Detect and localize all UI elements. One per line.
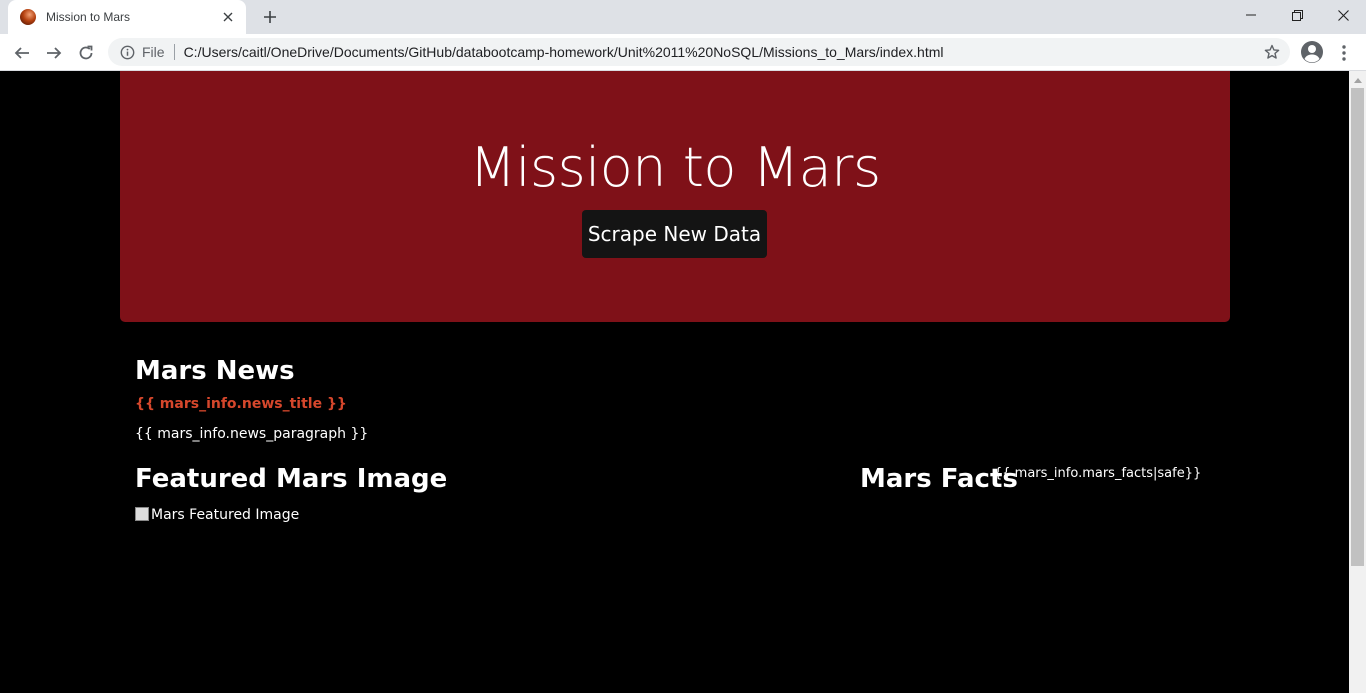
featured-image: Mars Featured Image	[135, 507, 299, 523]
scrape-new-data-button[interactable]: Scrape New Data	[582, 210, 767, 258]
news-title: {{ mars_info.news_title }}	[135, 396, 347, 412]
more-menu-icon[interactable]	[1330, 39, 1358, 67]
restore-icon[interactable]	[1274, 0, 1320, 30]
scroll-up-arrow-icon[interactable]	[1349, 71, 1366, 88]
bookmark-star-icon[interactable]	[1264, 44, 1280, 60]
news-paragraph: {{ mars_info.news_paragraph }}	[135, 426, 369, 442]
broken-image-icon	[135, 507, 149, 521]
jumbotron: Mission to Mars Scrape New Data	[120, 71, 1230, 322]
tab-strip: Mission to Mars	[0, 0, 1366, 34]
minimize-icon[interactable]	[1228, 0, 1274, 30]
back-arrow-icon[interactable]	[8, 39, 36, 67]
new-tab-plus-icon[interactable]	[258, 5, 282, 29]
vertical-scrollbar[interactable]	[1349, 71, 1366, 693]
page-viewport: Mission to Mars Scrape New Data Mars New…	[0, 71, 1349, 693]
tab-title: Mission to Mars	[46, 10, 131, 24]
forward-arrow-icon[interactable]	[40, 39, 68, 67]
scrollbar-thumb[interactable]	[1351, 88, 1364, 566]
info-icon[interactable]	[119, 44, 135, 60]
close-tab-icon[interactable]	[220, 9, 236, 25]
mars-news-heading: Mars News	[135, 356, 295, 386]
omnibox-divider	[173, 44, 175, 60]
featured-image-heading: Featured Mars Image	[135, 464, 448, 494]
profile-avatar-icon[interactable]	[1298, 38, 1326, 66]
page-title: Mission to Mars	[469, 136, 881, 199]
reload-icon[interactable]	[72, 39, 100, 67]
mars-favicon-icon	[20, 9, 36, 25]
close-window-icon[interactable]	[1320, 0, 1366, 30]
address-bar[interactable]: File C:/Users/caitl/OneDrive/Documents/G…	[108, 38, 1290, 66]
scheme-label: File	[142, 44, 165, 60]
mars-facts-table: {{ mars_info.mars_facts|safe}}	[994, 466, 1202, 481]
browser-toolbar: File C:/Users/caitl/OneDrive/Documents/G…	[0, 34, 1366, 71]
featured-image-alt-text: Mars Featured Image	[151, 507, 300, 523]
browser-tab[interactable]: Mission to Mars	[8, 0, 246, 34]
url-text[interactable]: C:/Users/caitl/OneDrive/Documents/GitHub…	[184, 44, 944, 60]
